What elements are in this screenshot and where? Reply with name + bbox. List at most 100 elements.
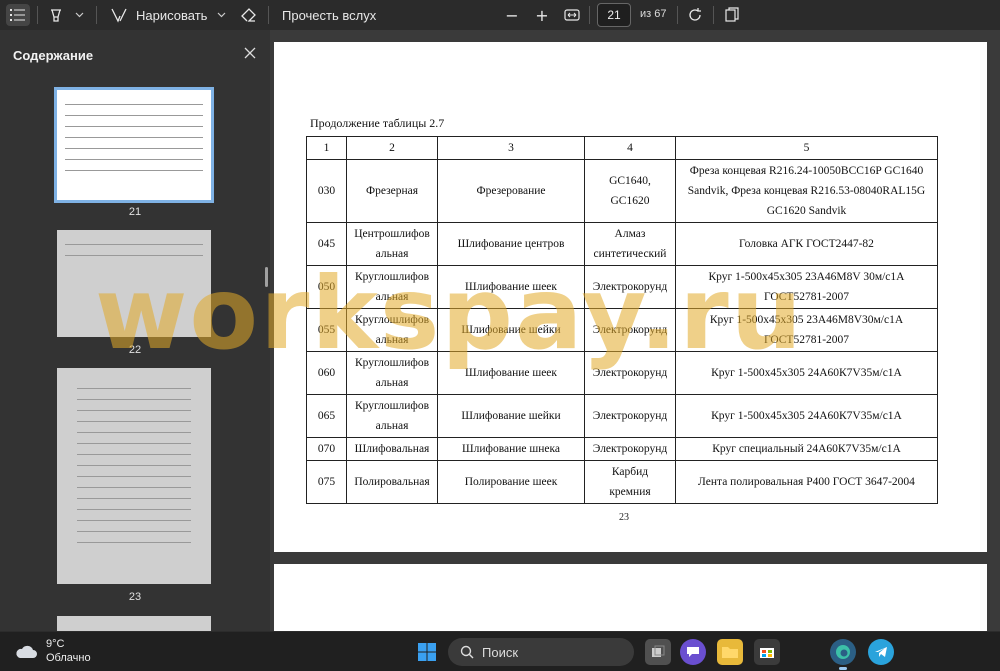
contents-toggle-button[interactable] — [6, 4, 30, 26]
table-cell: Центрошлифов альная — [346, 222, 438, 266]
page-thumbnail-21[interactable] — [54, 87, 214, 203]
table-cell: Электрокорунд — [584, 308, 676, 352]
table-cell: Шлифование шеек — [437, 351, 585, 395]
draw-button[interactable]: Нарисовать — [110, 4, 207, 26]
table-cell: Круглошлифов альная — [346, 351, 438, 395]
fit-page-icon — [564, 9, 580, 21]
cloud-icon — [16, 645, 37, 658]
table-cell: Круг 1-500х45х305 24А60К7V35м/с1А — [675, 351, 938, 395]
edge-browser-icon[interactable] — [830, 639, 856, 670]
table-row: 075 Полировальная Полирование шеек Карбид к… — [306, 460, 938, 504]
page-view-button[interactable] — [720, 4, 744, 26]
page-thumbnail-22[interactable] — [57, 230, 211, 337]
eraser-button[interactable] — [237, 4, 261, 26]
close-icon — [244, 47, 256, 59]
page-number-input[interactable]: 21 — [597, 3, 631, 27]
file-explorer-icon[interactable] — [717, 639, 743, 665]
sidebar-scrollbar[interactable] — [265, 267, 268, 287]
weather-widget[interactable]: 9°C Облачно — [14, 637, 91, 665]
page-thumbnail-24[interactable] — [57, 616, 211, 631]
table-cell: Шлифовальная — [346, 437, 438, 461]
table-cell: 4 — [584, 136, 676, 160]
contents-sidebar: Содержание 21 22 23 — [0, 30, 270, 631]
table-cell: Фрезерная — [346, 159, 438, 223]
task-view-button[interactable] — [645, 639, 671, 665]
table-cell: Карбид кремния — [584, 460, 676, 504]
store-icon[interactable] — [754, 639, 780, 665]
table-header-row: 12345 — [306, 136, 938, 160]
weather-description: Облачно — [46, 652, 91, 664]
table-cell: Электрокорунд — [584, 437, 676, 461]
zoom-out-button[interactable]: − — [500, 4, 524, 26]
eraser-icon — [241, 8, 256, 22]
table-cell: Круглошлифов альная — [346, 308, 438, 352]
table-cell: 050 — [306, 265, 347, 309]
rotate-icon — [689, 8, 701, 21]
table-cell: Круг специальный 24А60К7V35м/с1А — [675, 437, 938, 461]
table-row: 055 Круглошлифов альная Шлифование шейки Эл… — [306, 308, 938, 352]
table-cell: Круглошлифов альная — [346, 394, 438, 438]
operations-table: 1 2 3 4 5 030 Фрезерная Фрезерование GC1640, GC1… — [306, 136, 938, 504]
search-icon — [460, 645, 474, 659]
table-row: 060 Круглошлифов альная Шлифование шеек Эле… — [306, 351, 938, 395]
toolbar: Нарисовать Прочесть вслух − + 21 из 67 — [0, 0, 1000, 30]
table-cell: 3 — [437, 136, 585, 160]
highlight-button[interactable] — [44, 4, 68, 26]
next-page — [274, 564, 987, 631]
document-page: Продолжение таблицы 2.7 1 2 3 4 5 030 Фрезерна… — [274, 42, 987, 552]
close-sidebar-button[interactable] — [240, 44, 260, 64]
chat-app-icon[interactable] — [680, 639, 706, 665]
table-cell: Круглошлифов альная — [346, 265, 438, 309]
thumbnail-label: 23 — [128, 591, 142, 603]
two-page-icon — [725, 7, 739, 22]
table-cell: 075 — [306, 460, 347, 504]
table-cell: Полировальная — [346, 460, 438, 504]
table-cell: Шлифование шеек — [437, 265, 585, 309]
highlight-dropdown-chevron-icon[interactable] — [72, 4, 86, 26]
table-cell: Фрезерование — [437, 159, 585, 223]
taskbar-search[interactable]: Поиск — [448, 638, 634, 666]
table-cell: Круг 1-500х45х305 24А60К7V35м/с1А — [675, 394, 938, 438]
sidebar-title: Содержание — [13, 48, 94, 63]
table-cell: Полирование шеек — [437, 460, 585, 504]
table-caption: Продолжение таблицы 2.7 — [310, 116, 445, 130]
rotate-button[interactable] — [683, 4, 707, 26]
table-cell: Электрокорунд — [584, 351, 676, 395]
table-cell: Головка АГК ГОСТ2447-82 — [675, 222, 938, 266]
telegram-icon[interactable] — [868, 639, 894, 665]
table-row: 070 Шлифовальная Шлифование шнека Электроко… — [306, 437, 938, 461]
search-label: Поиск — [482, 644, 519, 660]
table-cell: Алмаз синтетический — [584, 222, 676, 266]
thumbnail-label: 22 — [128, 344, 142, 356]
page-count: из 67 — [640, 8, 667, 20]
table-cell: 1 — [306, 136, 347, 160]
task-view-icon — [652, 645, 665, 657]
table-cell: 070 — [306, 437, 347, 461]
table-cell: 045 — [306, 222, 347, 266]
document-viewer: Продолжение таблицы 2.7 1 2 3 4 5 030 Фрезерна… — [270, 30, 1000, 631]
fit-page-button[interactable] — [560, 4, 584, 26]
table-cell: 5 — [675, 136, 938, 160]
table-cell: 030 — [306, 159, 347, 223]
table-row: 065 Круглошлифов альная Шлифование шейки Эл… — [306, 394, 938, 438]
table-cell: Электрокорунд — [584, 265, 676, 309]
table-cell: Круг 1-500х45х305 23А46М8V 30м/с1А ГОСТ5… — [675, 265, 938, 309]
table-cell: Шлифование шнека — [437, 437, 585, 461]
table-row: 050 Круглошлифов альная Шлифование шеек Эле… — [306, 265, 938, 309]
thumbnail-label: 21 — [128, 206, 142, 218]
draw-label: Нарисовать — [136, 7, 208, 23]
table-cell: 060 — [306, 351, 347, 395]
page-number: 23 — [619, 512, 629, 523]
read-aloud-label: Прочесть вслух — [282, 7, 377, 23]
table-cell: 055 — [306, 308, 347, 352]
start-button[interactable] — [414, 639, 440, 665]
page-thumbnail-23[interactable] — [57, 368, 211, 584]
read-aloud-button[interactable]: Прочесть вслух — [282, 4, 376, 26]
zoom-in-button[interactable]: + — [530, 4, 554, 26]
table-cell: 2 — [346, 136, 438, 160]
table-row: 030 Фрезерная Фрезерование GC1640, GC1620 Фр… — [306, 159, 938, 223]
taskbar: 9°C Облачно Поиск — [0, 631, 1000, 671]
table-cell: Лента полировальная Р400 ГОСТ 3647-2004 — [675, 460, 938, 504]
table-row: 045 Центрошлифов альная Шлифование центров… — [306, 222, 938, 266]
draw-dropdown-chevron-icon[interactable] — [214, 4, 228, 26]
